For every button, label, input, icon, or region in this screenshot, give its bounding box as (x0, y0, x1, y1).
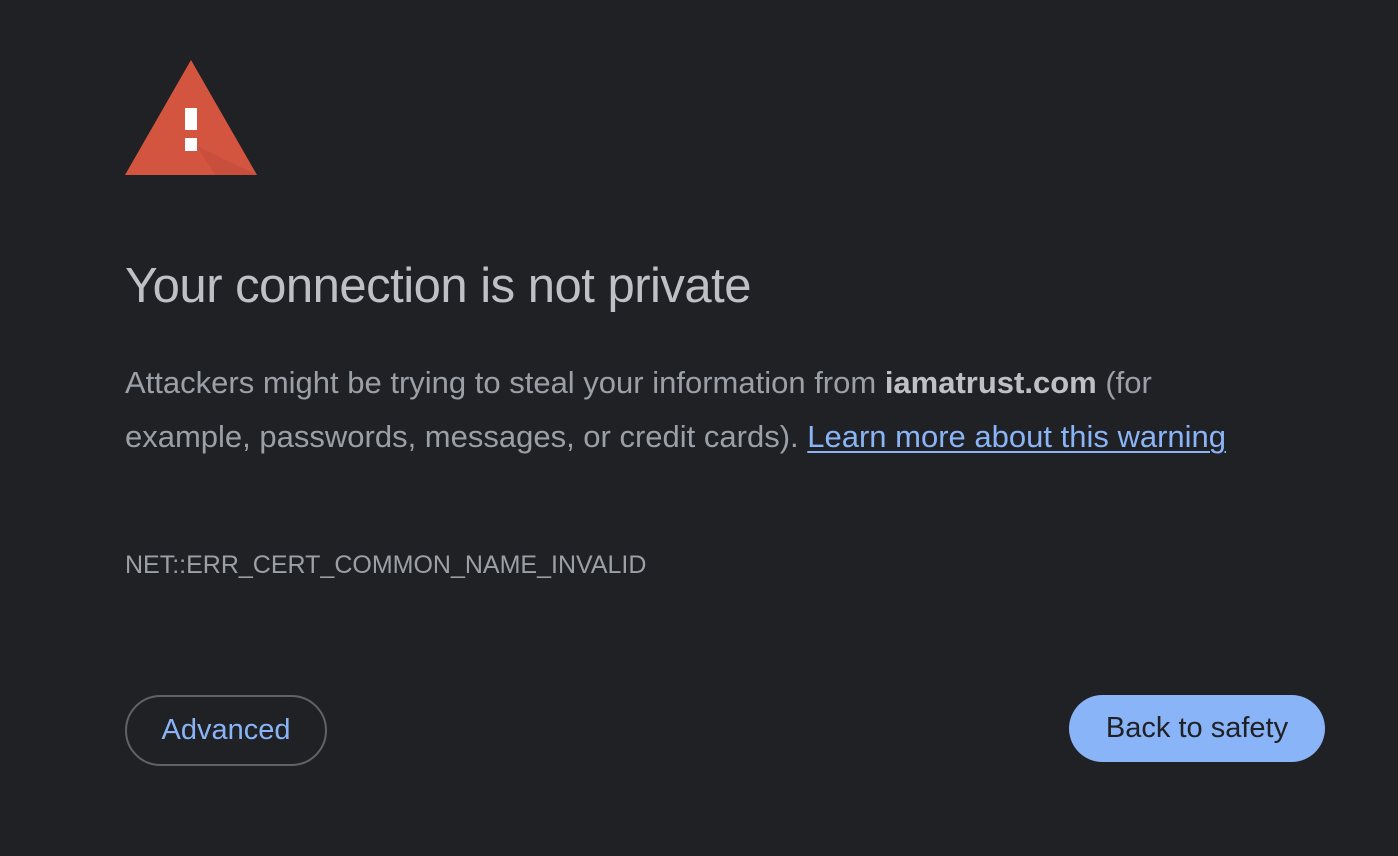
advanced-button[interactable]: Advanced (125, 695, 327, 766)
learn-more-link[interactable]: Learn more about this warning (807, 419, 1226, 454)
interstitial-page: Your connection is not private Attackers… (0, 0, 1398, 856)
error-code: NET::ERR_CERT_COMMON_NAME_INVALID (125, 551, 647, 579)
warning-explanation: Attackers might be trying to steal your … (125, 356, 1285, 464)
page-title: Your connection is not private (125, 259, 752, 313)
explanation-text: Attackers might be trying to steal your … (125, 365, 885, 400)
host-name: iamatrust.com (884, 365, 1097, 400)
warning-triangle-icon (125, 60, 257, 175)
back-to-safety-button[interactable]: Back to safety (1069, 695, 1325, 762)
